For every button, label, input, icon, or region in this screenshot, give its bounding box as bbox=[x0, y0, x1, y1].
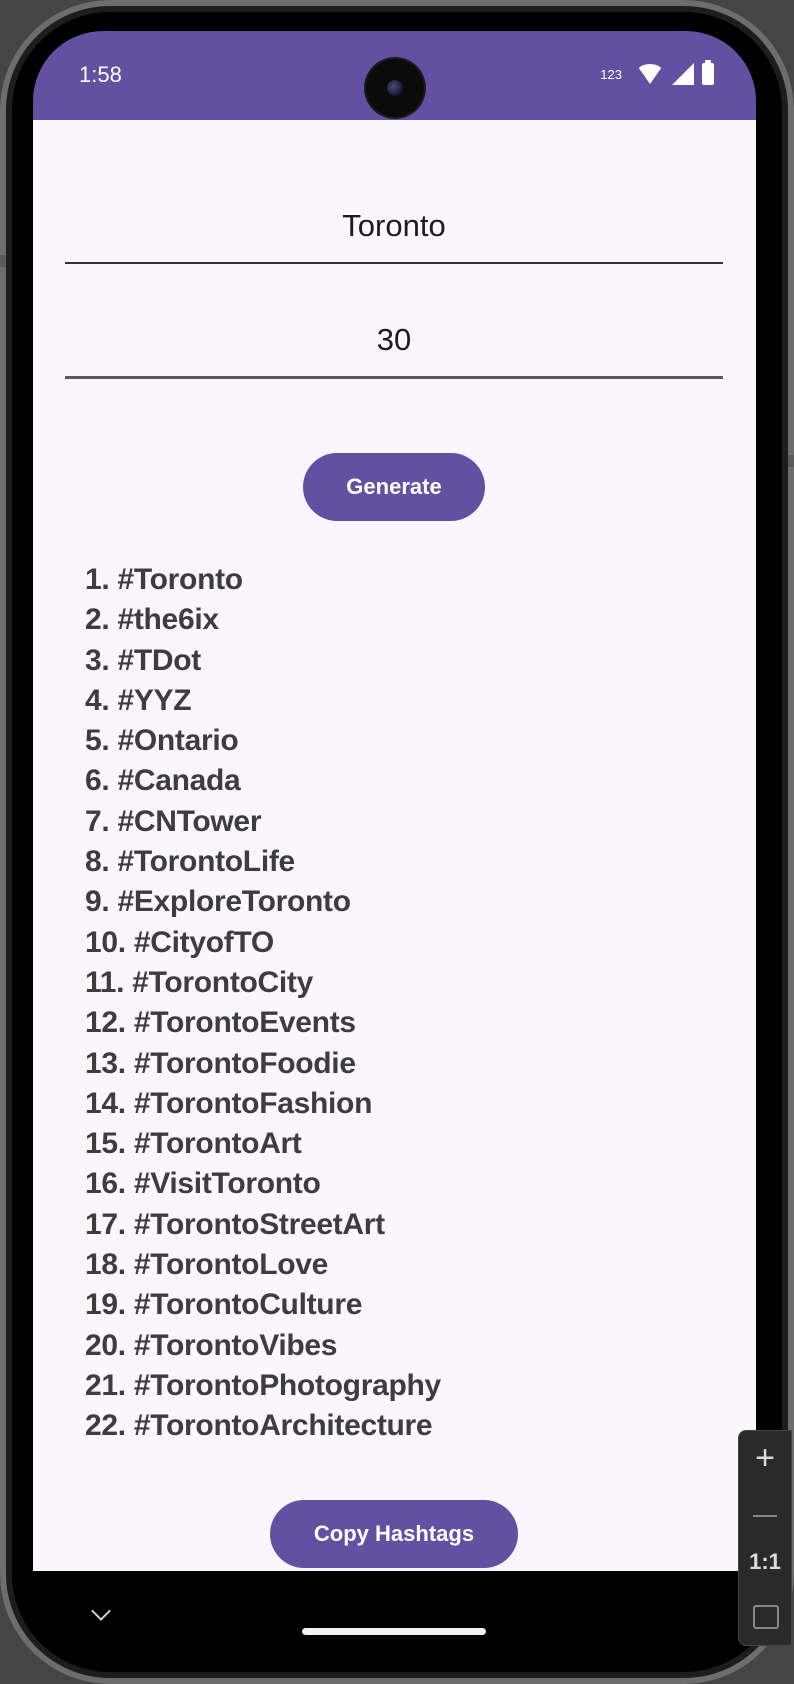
hashtag-item: 6. #Canada bbox=[85, 764, 241, 798]
hashtag-item: 22. #TorontoArchitecture bbox=[85, 1409, 433, 1443]
hashtag-item: 19. #TorontoCulture bbox=[85, 1288, 363, 1322]
hashtag-item: 11. #TorontoCity bbox=[85, 965, 314, 999]
hashtag-item: 14. #TorontoFashion bbox=[85, 1086, 373, 1120]
hashtag-item: 20. #TorontoVibes bbox=[85, 1328, 338, 1362]
zoom-out-button[interactable] bbox=[739, 1493, 791, 1539]
topic-underline bbox=[65, 262, 723, 264]
zoom-reset-button[interactable]: 1:1 bbox=[739, 1549, 791, 1575]
device-screen: 1:58 123 Generate 1. #Toronto 2. #the6ix 3… bbox=[33, 31, 756, 1571]
zoom-fit-icon[interactable] bbox=[739, 1605, 791, 1631]
hashtag-item: 17. #TorontoStreetArt bbox=[85, 1207, 385, 1241]
battery-icon bbox=[702, 60, 714, 85]
hashtag-item: 7. #CNTower bbox=[85, 804, 262, 838]
hashtag-item: 13. #TorontoFoodie bbox=[85, 1046, 356, 1080]
status-bar: 1:58 123 bbox=[33, 31, 756, 120]
hashtag-list: 1. #Toronto 2. #the6ix 3. #TDot 4. #YYZ 5. #… bbox=[85, 560, 441, 1447]
copy-hashtags-button[interactable]: Copy Hashtags bbox=[270, 1500, 518, 1568]
hashtag-item: 8. #TorontoLife bbox=[85, 845, 295, 879]
count-input[interactable] bbox=[65, 322, 723, 358]
status-icons: 123 bbox=[600, 60, 714, 85]
hashtag-item: 9. #ExploreToronto bbox=[85, 885, 351, 919]
hashtag-item: 21. #TorontoPhotography bbox=[85, 1368, 441, 1402]
app-body: Generate 1. #Toronto 2. #the6ix 3. #TDot 4.… bbox=[33, 120, 756, 1571]
home-indicator[interactable] bbox=[302, 1628, 486, 1635]
topic-field[interactable] bbox=[65, 208, 723, 264]
hashtag-item: 4. #YYZ bbox=[85, 683, 192, 717]
volume-button bbox=[788, 455, 794, 467]
hashtag-item: 2. #the6ix bbox=[85, 603, 219, 637]
status-time: 1:58 bbox=[79, 62, 122, 87]
signal-icon bbox=[672, 63, 694, 85]
hashtag-item: 3. #TDot bbox=[85, 643, 201, 677]
hashtag-item: 5. #Ontario bbox=[85, 724, 239, 758]
hashtag-item: 12. #TorontoEvents bbox=[85, 1006, 356, 1040]
generate-button[interactable]: Generate bbox=[303, 453, 485, 521]
hashtag-item: 10. #CityofTO bbox=[85, 925, 274, 959]
hashtag-item: 15. #TorontoArt bbox=[85, 1127, 302, 1161]
hashtag-item: 18. #TorontoLove bbox=[85, 1248, 329, 1282]
power-button bbox=[0, 255, 6, 267]
zoom-panel: + 1:1 bbox=[738, 1430, 792, 1646]
network-label: 123 bbox=[600, 66, 622, 82]
wifi-icon bbox=[636, 64, 664, 84]
hashtag-item: 1. #Toronto bbox=[85, 563, 243, 596]
count-underline bbox=[65, 376, 723, 379]
topic-input[interactable] bbox=[65, 208, 723, 244]
hashtag-item: 16. #VisitToronto bbox=[85, 1167, 321, 1201]
zoom-in-button[interactable]: + bbox=[739, 1439, 791, 1478]
count-field[interactable] bbox=[65, 322, 723, 379]
front-camera-icon bbox=[366, 59, 424, 117]
